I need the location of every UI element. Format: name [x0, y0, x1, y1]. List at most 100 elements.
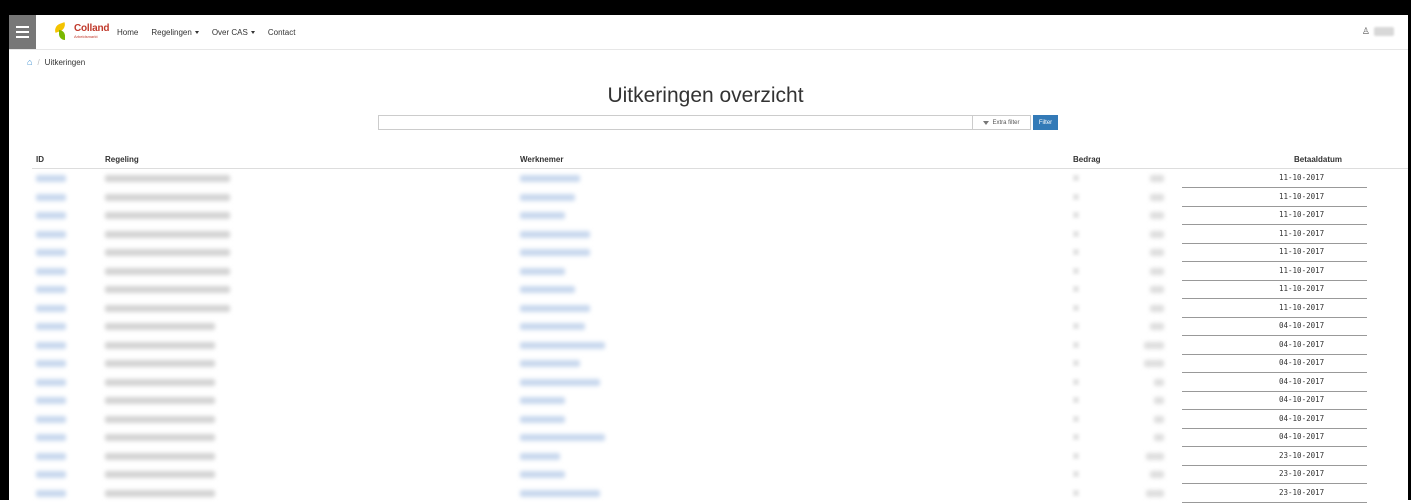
bedrag-amount-redacted: [1150, 193, 1164, 201]
werknemer-link-redacted[interactable]: [520, 378, 600, 386]
table-row[interactable]: 11-10-2017: [32, 280, 1408, 299]
id-link-redacted[interactable]: [36, 397, 66, 404]
table-row[interactable]: 11-10-2017: [32, 299, 1408, 318]
werknemer-link-redacted[interactable]: [520, 304, 590, 312]
hamburger-menu-button[interactable]: [9, 15, 36, 49]
home-icon[interactable]: ⌂: [27, 57, 32, 67]
table-row[interactable]: 04-10-2017: [32, 391, 1408, 410]
id-link-redacted[interactable]: [36, 341, 66, 349]
id-link-redacted[interactable]: [36, 360, 66, 367]
id-link-redacted[interactable]: [36, 212, 66, 219]
werknemer-link-redacted[interactable]: [520, 489, 600, 497]
werknemer-link-redacted[interactable]: [520, 341, 605, 349]
regeling-cell-redacted: [105, 378, 215, 386]
werknemer-link-redacted[interactable]: [520, 397, 565, 404]
werknemer-link-redacted[interactable]: [520, 193, 575, 201]
bedrag-currency-redacted: [1073, 452, 1079, 459]
table-row[interactable]: 04-10-2017: [32, 354, 1408, 373]
id-link-redacted[interactable]: [36, 175, 66, 182]
column-header-regeling[interactable]: Regeling: [105, 155, 139, 164]
bedrag-currency-redacted: [1073, 471, 1079, 477]
id-link-redacted[interactable]: [36, 452, 66, 460]
id-link-redacted[interactable]: [36, 267, 66, 275]
extra-filter-button[interactable]: Extra filter: [973, 115, 1031, 130]
regeling-cell-redacted: [105, 489, 215, 497]
id-link-redacted[interactable]: [36, 415, 66, 423]
id-link-redacted[interactable]: [36, 323, 66, 330]
regeling-cell-redacted: [105, 360, 215, 367]
logo[interactable]: Colland Arbeidsmarkt: [53, 22, 109, 40]
id-link-redacted[interactable]: [36, 304, 66, 312]
table-row[interactable]: 04-10-2017: [32, 317, 1408, 336]
bedrag-amount-redacted: [1154, 397, 1164, 404]
regeling-cell-redacted: [105, 230, 230, 238]
bedrag-amount-redacted: [1144, 341, 1164, 349]
extra-filter-label: Extra filter: [992, 119, 1020, 126]
werknemer-link-redacted[interactable]: [520, 175, 580, 182]
table-row[interactable]: 11-10-2017: [32, 188, 1408, 207]
nav-item-regelingen[interactable]: Regelingen: [151, 28, 199, 37]
betaaldatum-cell: 11-10-2017: [1182, 299, 1367, 318]
table-row[interactable]: 23-10-2017: [32, 447, 1408, 466]
id-link-redacted[interactable]: [36, 249, 66, 256]
breadcrumb-current: Uitkeringen: [44, 57, 86, 67]
table-row[interactable]: 23-10-2017: [32, 465, 1408, 484]
werknemer-link-redacted[interactable]: [520, 415, 565, 423]
bedrag-amount-redacted: [1150, 230, 1164, 238]
bedrag-currency-redacted: [1073, 212, 1079, 218]
logo-sub-text: Arbeidsmarkt: [74, 33, 98, 39]
bedrag-currency-redacted: [1073, 341, 1079, 348]
search-input[interactable]: [378, 115, 973, 130]
id-link-redacted[interactable]: [36, 471, 66, 478]
column-header-id[interactable]: ID: [36, 155, 44, 164]
nav-item-home[interactable]: Home: [117, 28, 138, 37]
betaaldatum-cell: 11-10-2017: [1182, 188, 1367, 207]
werknemer-link-redacted[interactable]: [520, 212, 565, 219]
filter-button[interactable]: Filter: [1033, 115, 1058, 130]
column-header-werknemer[interactable]: Werknemer: [520, 155, 563, 164]
id-link-redacted[interactable]: [36, 489, 66, 497]
bedrag-currency-redacted: [1073, 415, 1079, 422]
table-row[interactable]: 04-10-2017: [32, 336, 1408, 355]
regeling-cell-redacted: [105, 415, 215, 423]
werknemer-link-redacted[interactable]: [520, 230, 590, 238]
werknemer-link-redacted[interactable]: [520, 267, 565, 275]
table-row[interactable]: 04-10-2017: [32, 373, 1408, 392]
bedrag-amount-redacted: [1154, 434, 1164, 441]
id-link-redacted[interactable]: [36, 286, 66, 293]
id-link-redacted[interactable]: [36, 434, 66, 441]
regeling-cell-redacted: [105, 397, 215, 404]
breadcrumb-separator: /: [37, 57, 40, 67]
table-row[interactable]: 23-10-2017: [32, 484, 1408, 503]
table-row[interactable]: 11-10-2017: [32, 225, 1408, 244]
bedrag-currency-redacted: [1073, 286, 1079, 292]
user-icon: ♙: [1361, 26, 1370, 36]
table-row[interactable]: 11-10-2017: [32, 206, 1408, 225]
bedrag-amount-redacted: [1150, 267, 1164, 275]
werknemer-link-redacted[interactable]: [520, 249, 590, 256]
werknemer-link-redacted[interactable]: [520, 471, 565, 478]
user-menu[interactable]: ♙: [1362, 26, 1394, 37]
table-row[interactable]: 11-10-2017: [32, 169, 1408, 188]
table-row[interactable]: 04-10-2017: [32, 428, 1408, 447]
werknemer-link-redacted[interactable]: [520, 360, 580, 367]
werknemer-link-redacted[interactable]: [520, 323, 585, 330]
table-row[interactable]: 04-10-2017: [32, 410, 1408, 429]
table-row[interactable]: 11-10-2017: [32, 243, 1408, 262]
nav-item-contact[interactable]: Contact: [268, 28, 296, 37]
nav-item-over-cas[interactable]: Over CAS: [212, 28, 255, 37]
werknemer-link-redacted[interactable]: [520, 286, 575, 293]
bedrag-amount-redacted: [1146, 489, 1164, 497]
column-header-bedrag[interactable]: Bedrag: [1073, 155, 1101, 164]
regeling-cell-redacted: [105, 452, 215, 460]
logo-leaf-icon: [53, 22, 70, 40]
table-row[interactable]: 11-10-2017: [32, 262, 1408, 281]
betaaldatum-cell: 04-10-2017: [1182, 354, 1367, 373]
id-link-redacted[interactable]: [36, 193, 66, 201]
column-header-betaaldatum[interactable]: Betaaldatum: [1294, 155, 1342, 164]
id-link-redacted[interactable]: [36, 230, 66, 238]
werknemer-link-redacted[interactable]: [520, 434, 605, 441]
werknemer-link-redacted[interactable]: [520, 452, 560, 460]
bedrag-amount-redacted: [1150, 323, 1164, 330]
id-link-redacted[interactable]: [36, 378, 66, 386]
